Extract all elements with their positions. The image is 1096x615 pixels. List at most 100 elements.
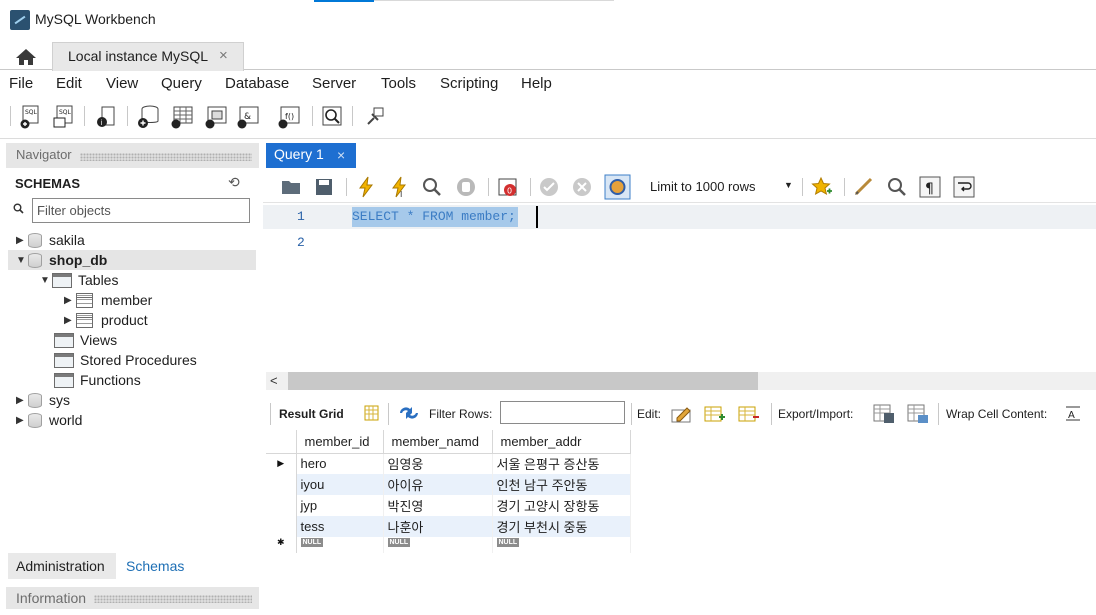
execute-icon[interactable] <box>355 176 377 198</box>
commit-icon[interactable] <box>538 176 560 198</box>
filter-rows-input[interactable] <box>500 401 625 424</box>
limit-rows-select[interactable]: Limit to 1000 rows <box>645 175 803 197</box>
cell-member-namd[interactable]: 박진영 <box>383 495 493 516</box>
chevron-down-icon[interactable]: ▼ <box>784 180 793 190</box>
refresh-icon[interactable]: ⟲ <box>228 174 240 191</box>
explain-icon[interactable] <box>421 176 443 198</box>
table-row[interactable]: iyou 아이유 인천 남구 주안동 <box>266 474 631 495</box>
cell-new-member-id[interactable]: NULL <box>296 537 384 553</box>
filter-objects-input[interactable] <box>32 198 250 223</box>
stop-icon[interactable] <box>455 176 477 198</box>
scroll-left-icon[interactable]: < <box>270 373 278 388</box>
column-header-member-namd[interactable]: member_namd <box>383 430 493 454</box>
grid-layout-icon[interactable] <box>363 404 381 422</box>
menu-edit[interactable]: Edit <box>56 75 82 92</box>
reconnect-icon[interactable] <box>362 104 386 130</box>
inspector-icon[interactable]: i <box>94 104 118 130</box>
stored-procedures-folder-icon <box>54 352 74 368</box>
toggle-error-icon[interactable]: 0 <box>497 176 519 198</box>
schema-sakila[interactable]: ▶ sakila <box>16 230 85 250</box>
create-schema-icon[interactable] <box>136 104 160 130</box>
autocommit-toggle-icon[interactable] <box>604 174 631 200</box>
cell-member-namd[interactable]: 임영웅 <box>383 453 493 474</box>
menu-tools[interactable]: Tools <box>381 75 416 92</box>
cell-member-id[interactable]: hero <box>296 453 384 474</box>
result-grid-label[interactable]: Result Grid <box>279 407 344 421</box>
column-header-member-id[interactable]: member_id <box>296 430 384 454</box>
cell-member-id[interactable]: tess <box>296 516 384 537</box>
home-tab[interactable] <box>8 44 44 70</box>
menu-server[interactable]: Server <box>312 75 356 92</box>
cell-member-addr[interactable]: 경기 부천시 중동 <box>492 516 631 537</box>
menu-view[interactable]: View <box>106 75 138 92</box>
expand-icon[interactable]: ▶ <box>16 415 28 426</box>
find-icon[interactable] <box>886 176 908 198</box>
table-row[interactable]: tess 나훈아 경기 부천시 중동 <box>266 516 631 537</box>
menu-file[interactable]: File <box>9 75 33 92</box>
menu-help[interactable]: Help <box>521 75 552 92</box>
schema-label: sakila <box>49 232 85 248</box>
word-wrap-icon[interactable] <box>953 176 975 198</box>
cell-member-addr[interactable]: 경기 고양시 장항동 <box>492 495 631 516</box>
invisible-characters-icon[interactable]: ¶ <box>919 176 941 198</box>
sql-statement[interactable]: SELECT * FROM member; <box>352 207 518 227</box>
cell-member-namd[interactable]: 나훈아 <box>383 516 493 537</box>
cell-member-addr[interactable]: 서울 은평구 증산동 <box>492 453 631 474</box>
create-view-icon[interactable] <box>204 104 228 130</box>
table-row[interactable]: jyp 박진영 경기 고양시 장항동 <box>266 495 631 516</box>
new-row[interactable]: ✱ NULL NULL NULL <box>266 537 631 553</box>
wrap-cell-content-icon[interactable]: A <box>1064 405 1082 422</box>
toolbar-separator <box>802 178 803 196</box>
cell-member-id[interactable]: jyp <box>296 495 384 516</box>
table-member[interactable]: ▶ member <box>64 290 152 310</box>
cell-member-id[interactable]: iyou <box>296 474 384 495</box>
title-bar <box>0 0 1096 40</box>
views-folder[interactable]: Views <box>54 330 117 350</box>
schema-sys[interactable]: ▶ sys <box>16 390 70 410</box>
open-folder-icon[interactable] <box>280 176 302 198</box>
edit-current-row-icon[interactable] <box>671 404 693 423</box>
beautify-icon[interactable] <box>853 176 875 198</box>
import-icon[interactable] <box>906 403 930 425</box>
schema-shop-db[interactable]: ▼ shop_db <box>16 250 107 270</box>
new-sql-tab-icon[interactable]: SQL <box>18 104 42 130</box>
execute-current-statement-icon[interactable]: I <box>388 176 410 198</box>
save-icon[interactable] <box>313 176 335 198</box>
close-icon[interactable]: × <box>337 147 345 163</box>
create-table-icon[interactable] <box>170 104 194 130</box>
search-table-data-icon[interactable] <box>320 104 344 130</box>
collapse-icon[interactable]: ▼ <box>16 255 28 266</box>
collapse-icon[interactable]: ▼ <box>40 275 52 286</box>
expand-icon[interactable]: ▶ <box>16 235 28 246</box>
create-function-icon[interactable]: f() <box>277 104 301 130</box>
cell-member-namd[interactable]: 아이유 <box>383 474 493 495</box>
table-product[interactable]: ▶ product <box>64 310 148 330</box>
scrollbar-thumb[interactable] <box>288 372 758 390</box>
cell-new-member-addr[interactable]: NULL <box>492 537 631 553</box>
column-header-member-addr[interactable]: member_addr <box>492 430 631 454</box>
menu-query[interactable]: Query <box>161 75 202 92</box>
cell-new-member-namd[interactable]: NULL <box>383 537 493 553</box>
cell-member-addr[interactable]: 인천 남구 주안동 <box>492 474 631 495</box>
menu-database[interactable]: Database <box>225 75 289 92</box>
expand-icon[interactable]: ▶ <box>16 395 28 406</box>
stored-procedures-folder[interactable]: Stored Procedures <box>54 350 197 370</box>
functions-folder[interactable]: Functions <box>54 370 141 390</box>
delete-row-icon[interactable] <box>738 404 760 423</box>
expand-icon[interactable]: ▶ <box>64 315 76 326</box>
create-procedure-icon[interactable]: & <box>236 104 260 130</box>
add-snippet-icon[interactable] <box>811 176 833 198</box>
result-grid[interactable]: member_id member_namd member_addr ▶ hero… <box>266 430 631 553</box>
schema-world[interactable]: ▶ world <box>16 410 82 430</box>
close-icon[interactable]: × <box>219 47 228 64</box>
new-row-marker-icon: ✱ <box>266 537 297 553</box>
table-row[interactable]: ▶ hero 임영웅 서울 은평구 증산동 <box>266 453 631 474</box>
rollback-icon[interactable] <box>571 176 593 198</box>
tables-folder[interactable]: ▼ Tables <box>40 270 118 290</box>
insert-row-icon[interactable] <box>704 404 726 423</box>
refresh-results-icon[interactable] <box>398 405 420 421</box>
menu-scripting[interactable]: Scripting <box>440 75 498 92</box>
open-sql-script-icon[interactable]: SQL <box>52 104 76 130</box>
export-icon[interactable] <box>872 403 896 425</box>
expand-icon[interactable]: ▶ <box>64 295 76 306</box>
